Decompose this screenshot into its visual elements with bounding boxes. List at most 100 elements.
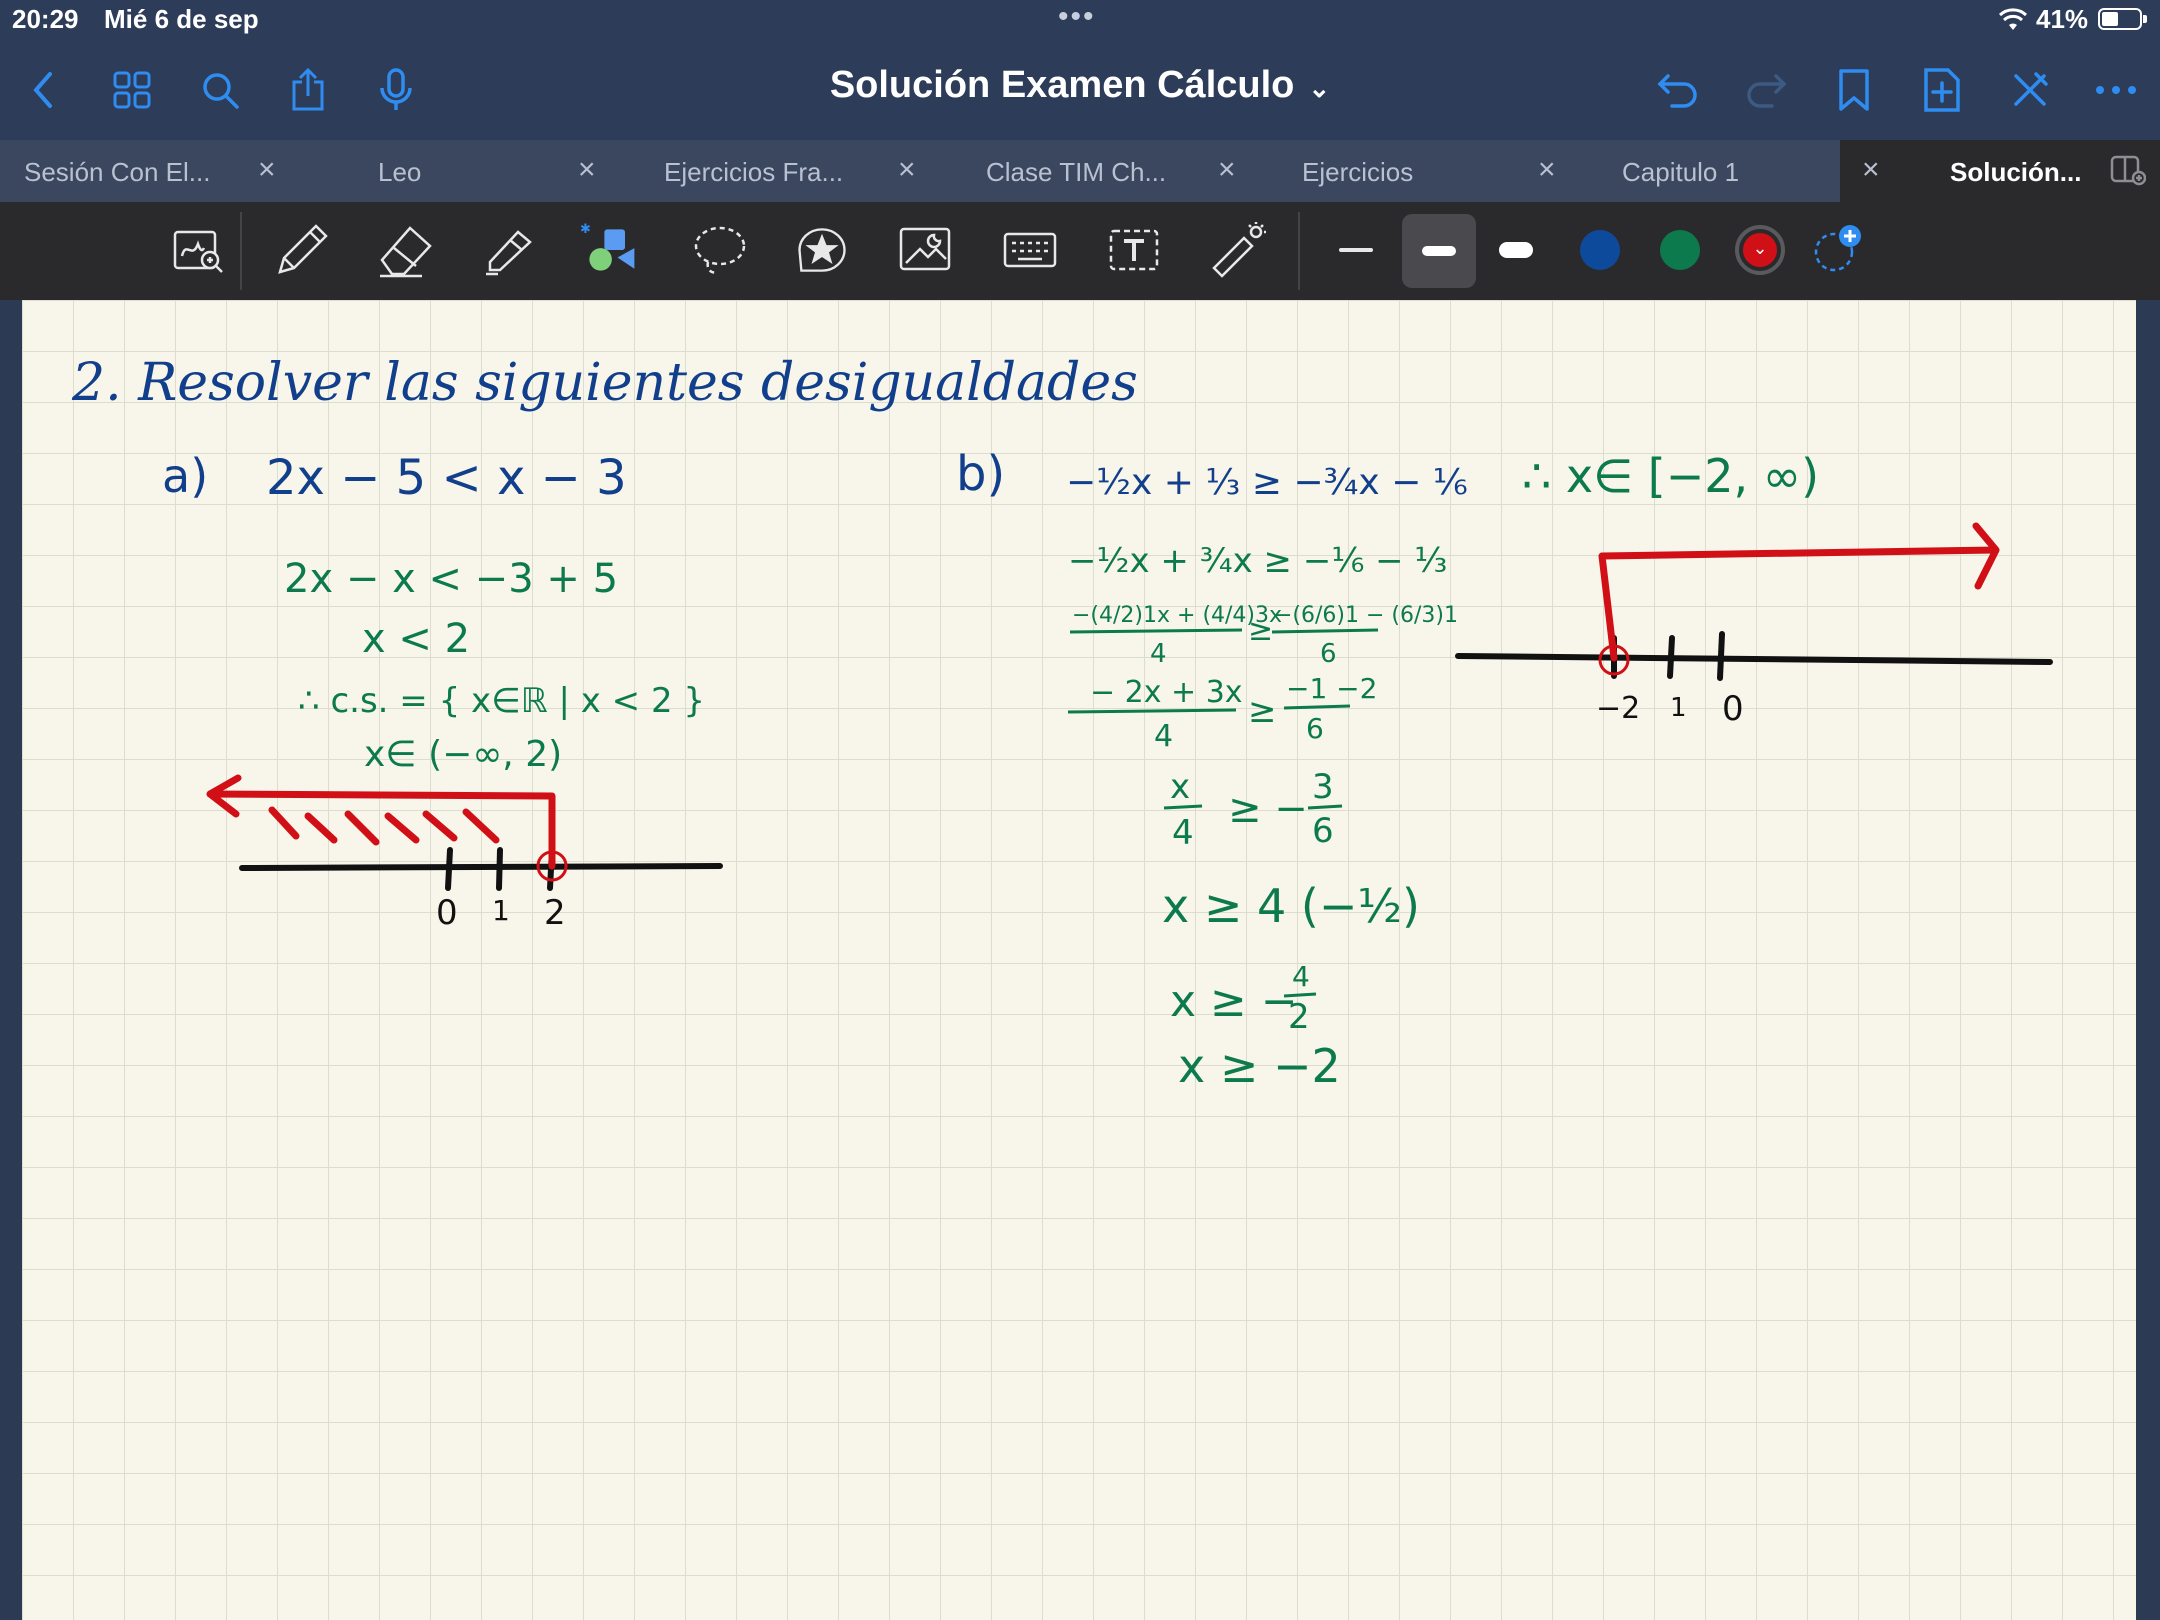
- note-page[interactable]: 2. Resolver las siguientes desigualdades…: [22, 300, 2136, 1620]
- document-title-text: Solución Examen Cálculo: [829, 64, 1295, 106]
- fraction-denominator: 2: [1288, 997, 1310, 1037]
- close-icon[interactable]: ×: [258, 153, 276, 187]
- tab-label: Clase TIM Ch...: [986, 157, 1167, 187]
- undo-icon[interactable]: [1650, 62, 1706, 118]
- close-icon[interactable]: ×: [1862, 153, 1880, 187]
- part-b-step4: x 4 ≥ − 3 6: [1163, 767, 1343, 853]
- document-nav-bar: Solución Examen Cálculo ⌄: [0, 40, 2160, 140]
- chevron-down-icon: ⌄: [1308, 73, 1331, 103]
- tick-label: 0: [1722, 689, 1744, 729]
- tab-label: Ejercicios: [1302, 157, 1414, 187]
- battery-percent: 41%: [2036, 4, 2089, 34]
- more-options-icon[interactable]: [2088, 62, 2144, 118]
- fraction-numerator: 4: [1292, 960, 1310, 993]
- part-b-problem: −½x + ⅓ ≥ −¾x − ⅙: [1066, 462, 1468, 503]
- tab-clase-tim[interactable]: Clase TIM Ch... ×: [960, 140, 1280, 202]
- tab-ejercicios[interactable]: Ejercicios ×: [1280, 140, 1600, 202]
- add-color-icon[interactable]: [1808, 220, 1868, 280]
- tick-label: 1: [492, 894, 510, 927]
- tab-label: Leo: [378, 157, 422, 187]
- laser-pointer-tool-icon[interactable]: [1208, 220, 1268, 280]
- fraction-numerator: − 2x + 3x: [1090, 675, 1243, 710]
- drawing-toolbar: ✱ ⌄: [0, 202, 2160, 300]
- multitasking-dots-icon[interactable]: •••: [1058, 0, 1096, 34]
- svg-text:✱: ✱: [580, 221, 591, 236]
- eraser-tool-icon[interactable]: [376, 220, 436, 280]
- document-tab-bar: Sesión Con El... × Leo × Ejercicios Fra.…: [0, 140, 2160, 202]
- tab-capitulo-1[interactable]: Capitulo 1: [1600, 140, 1840, 202]
- tab-solucion-active[interactable]: × Solución...: [1840, 140, 2160, 202]
- tab-ejercicios-fra[interactable]: Ejercicios Fra... ×: [640, 140, 960, 202]
- close-icon[interactable]: ×: [898, 153, 916, 187]
- fraction-denominator: 4: [1172, 813, 1194, 853]
- sticker-tool-icon[interactable]: [792, 220, 852, 280]
- thin-stroke-option[interactable]: [1326, 220, 1386, 280]
- pen-tool-icon[interactable]: [272, 220, 332, 280]
- tick-label: 1: [1670, 693, 1687, 723]
- part-b-step3: − 2x + 3x 4 ≥ −1 −2 6: [1067, 672, 1377, 754]
- fraction-numerator: −1 −2: [1286, 672, 1377, 705]
- shapes-tool-icon[interactable]: ✱: [580, 220, 640, 280]
- handwritten-ink: 2. Resolver las siguientes desigualdades…: [71, 353, 2053, 1093]
- thick-stroke-option[interactable]: [1486, 220, 1546, 280]
- zoom-window-icon[interactable]: [168, 220, 228, 280]
- fraction-denominator: 6: [1306, 712, 1324, 745]
- close-icon[interactable]: ×: [1218, 153, 1236, 187]
- tab-sesion[interactable]: Sesión Con El... ×: [0, 140, 320, 202]
- number-line-a: 0 1 2: [206, 774, 723, 933]
- part-a-interval: x∈ (−∞, 2): [364, 734, 562, 775]
- tab-label: Sesión Con El...: [24, 157, 211, 187]
- part-b-step6: x ≥ − 4 2: [1170, 960, 1317, 1037]
- heading-text: 2. Resolver las siguientes desigualdades: [71, 353, 1138, 413]
- add-page-icon[interactable]: [1914, 62, 1970, 118]
- comparison-text: x ≥ −: [1170, 976, 1298, 1027]
- lasso-tool-icon[interactable]: [690, 220, 750, 280]
- tick-label: −2: [1596, 691, 1640, 726]
- part-a-step2: x < 2: [362, 616, 470, 662]
- color-red-swatch-selected[interactable]: ⌄: [1730, 220, 1790, 280]
- fraction-denominator: 6: [1320, 639, 1337, 669]
- number-line-b: −2 1 0: [1455, 522, 2053, 729]
- svg-text:≥: ≥: [1248, 613, 1273, 648]
- tab-label: Ejercicios Fra...: [664, 157, 844, 187]
- close-icon[interactable]: ×: [1538, 153, 1556, 187]
- part-b-result: ∴ x∈ [−2, ∞): [1522, 449, 1819, 503]
- highlighter-tool-icon[interactable]: [480, 220, 540, 280]
- svg-text:≥: ≥: [1248, 691, 1277, 731]
- part-a-problem: 2x − 5 < x − 3: [266, 450, 627, 506]
- part-b-step7: x ≥ −2: [1178, 1039, 1341, 1093]
- color-green-swatch[interactable]: [1650, 220, 1710, 280]
- close-icon[interactable]: ×: [578, 153, 596, 187]
- keyboard-tool-icon[interactable]: [1000, 220, 1060, 280]
- part-b-step1: −½x + ¾x ≥ −⅙ − ⅓: [1068, 541, 1447, 581]
- status-date: Mié 6 de sep: [104, 4, 259, 34]
- part-a-step1: 2x − x < −3 + 5: [284, 556, 618, 602]
- tick-label: 2: [544, 893, 566, 933]
- part-b-step2: −(4/2)1x + (4/4)3x 4 ≥ −(6/6)1 − (6/3)1 …: [1069, 603, 1458, 669]
- tab-label: Capitulo 1: [1622, 157, 1740, 187]
- tab-label: Solución...: [1950, 157, 2082, 187]
- part-a-solution-set: ∴ c.s. = { x∈ℝ | x < 2 }: [298, 681, 705, 721]
- tick-label: 0: [436, 893, 458, 933]
- medium-stroke-option[interactable]: [1402, 214, 1476, 288]
- fraction-numerator: −(6/6)1 − (6/3)1: [1274, 603, 1458, 628]
- fraction-denominator: 4: [1150, 639, 1167, 669]
- status-time: 20:29: [12, 4, 79, 34]
- pen-off-icon[interactable]: [2002, 62, 2058, 118]
- redo-icon[interactable]: [1738, 62, 1794, 118]
- part-a-label: a): [162, 449, 208, 503]
- split-view-icon[interactable]: [2110, 154, 2146, 186]
- status-bar: 20:29 Mié 6 de sep ••• 41%: [0, 0, 2160, 40]
- fraction-denominator: 6: [1312, 811, 1334, 851]
- part-b-step5: x ≥ 4 (−½): [1162, 879, 1420, 933]
- fraction-numerator: x: [1170, 767, 1190, 807]
- text-box-tool-icon[interactable]: [1104, 220, 1164, 280]
- fraction-denominator: 4: [1154, 719, 1173, 754]
- bookmark-icon[interactable]: [1826, 62, 1882, 118]
- color-blue-swatch[interactable]: [1570, 220, 1630, 280]
- image-tool-icon[interactable]: [896, 220, 956, 280]
- tab-leo[interactable]: Leo ×: [320, 140, 640, 202]
- chevron-down-icon: ⌄: [1743, 233, 1777, 267]
- fraction-numerator: 3: [1312, 767, 1334, 807]
- battery-icon: [2098, 8, 2147, 30]
